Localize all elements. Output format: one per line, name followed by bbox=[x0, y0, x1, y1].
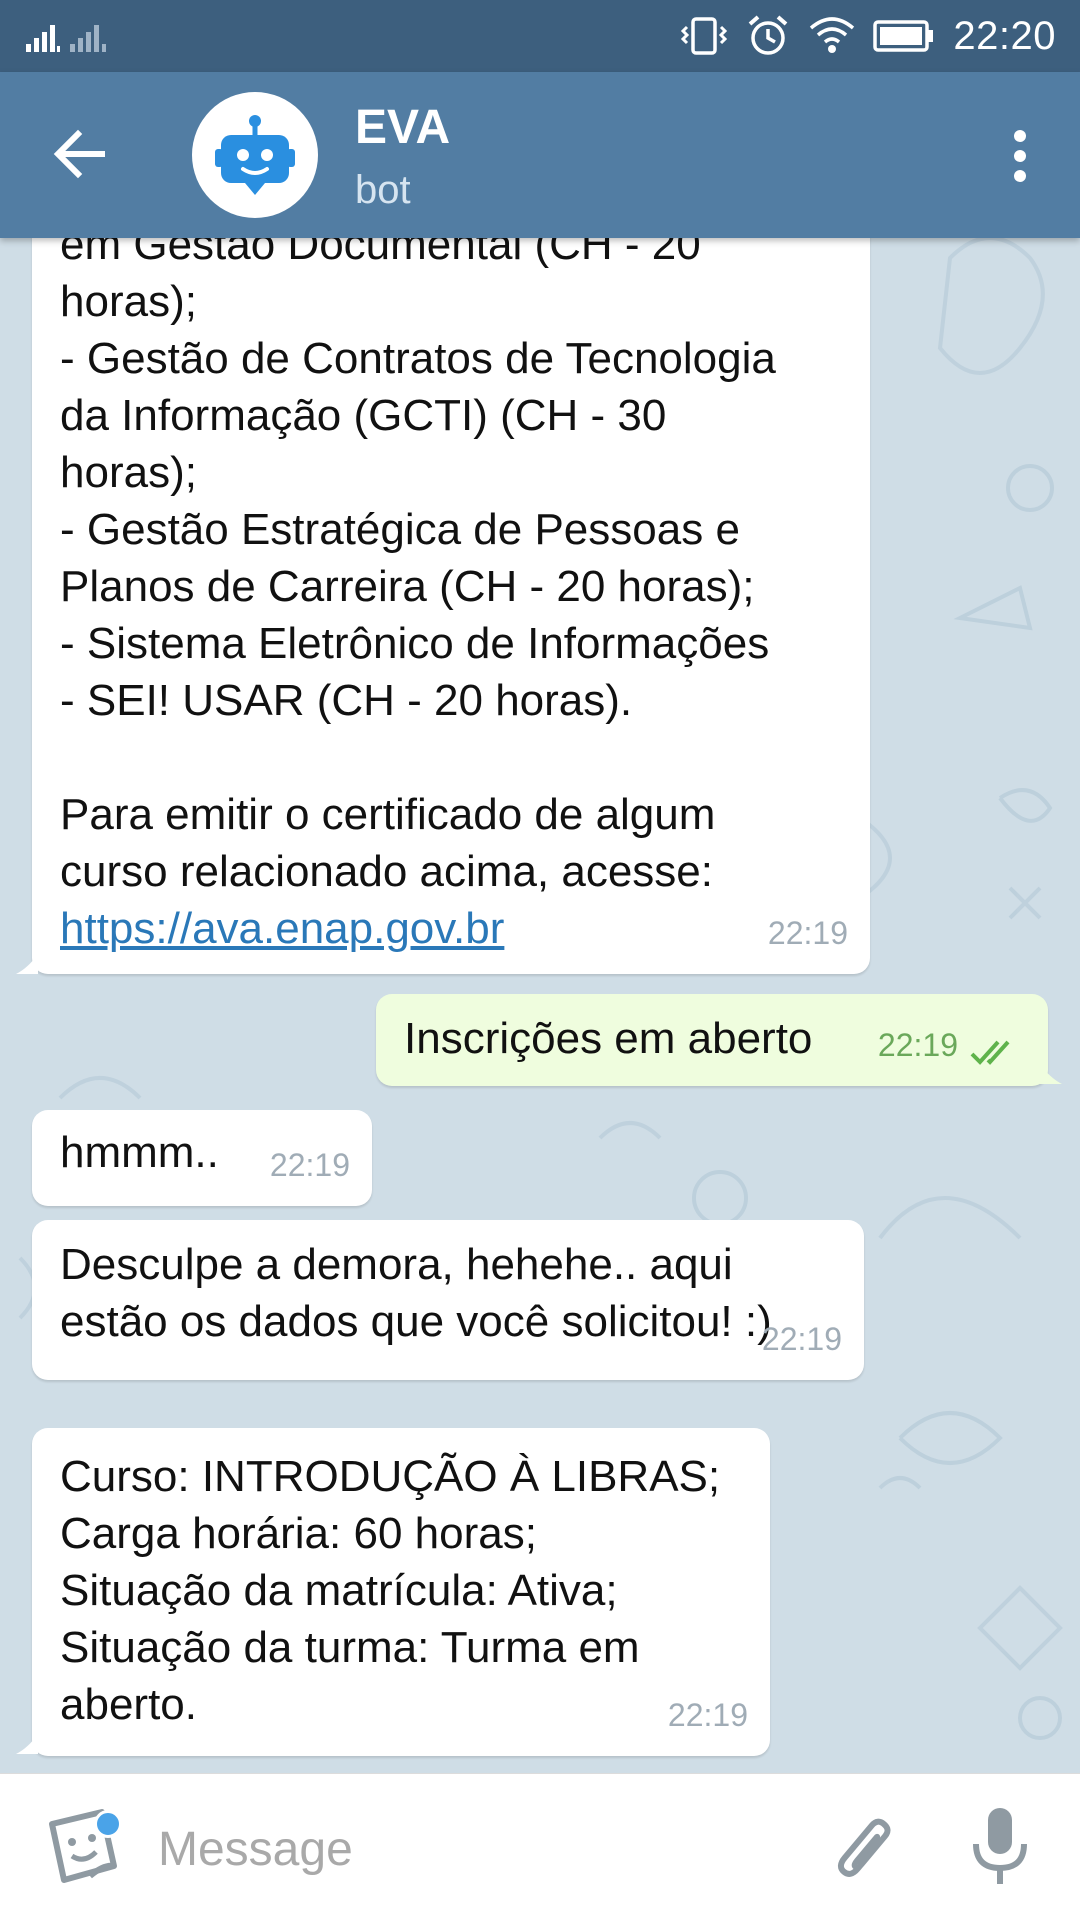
message-time: 22:19 bbox=[767, 915, 848, 951]
status-bar: 22:20 bbox=[0, 0, 1080, 72]
voice-record-button[interactable] bbox=[970, 1804, 1030, 1888]
avatar[interactable] bbox=[192, 92, 318, 218]
more-options-button[interactable] bbox=[1000, 126, 1040, 186]
paperclip-icon bbox=[837, 1818, 891, 1877]
message-text: Desculpe a demora, hehehe.. aqui estão o… bbox=[60, 1240, 772, 1346]
message-time: 22:19 bbox=[667, 1697, 748, 1733]
arrow-left-icon bbox=[53, 129, 105, 179]
message-bubble-incoming[interactable]: Curso: INTRODUÇÃO À LIBRAS; Carga horári… bbox=[32, 1428, 770, 1756]
robot-icon bbox=[215, 115, 295, 195]
message-bubble-incoming[interactable]: em Gestão Documental (CH - 20 horas); - … bbox=[32, 238, 870, 974]
alarm-icon bbox=[745, 13, 791, 59]
chat-header: EVA bot bbox=[0, 72, 1080, 238]
chat-subtitle: bot bbox=[355, 168, 411, 212]
bubble-tail bbox=[1040, 1064, 1062, 1084]
message-bubble-incoming[interactable]: Desculpe a demora, hehehe.. aqui estão o… bbox=[32, 1220, 864, 1380]
battery-icon bbox=[873, 19, 935, 53]
message-time: 22:19 bbox=[877, 1027, 958, 1063]
message-bubble-outgoing[interactable]: Inscrições em aberto 22:19 bbox=[376, 994, 1048, 1086]
signal-strength-icon bbox=[26, 25, 106, 52]
message-list[interactable]: em Gestão Documental (CH - 20 horas); - … bbox=[0, 238, 1080, 1773]
attach-button[interactable] bbox=[826, 1810, 902, 1886]
message-text: em Gestão Documental (CH - 20 horas); - … bbox=[60, 238, 776, 896]
bubble-tail bbox=[16, 1734, 38, 1754]
chat-title[interactable]: EVA bbox=[355, 100, 450, 155]
more-vert-icon bbox=[1014, 130, 1026, 182]
message-link[interactable]: https://ava.enap.gov.br bbox=[60, 904, 504, 953]
message-input[interactable] bbox=[158, 1814, 798, 1884]
message-time: 22:19 bbox=[269, 1147, 350, 1183]
wifi-icon bbox=[809, 16, 855, 56]
back-button[interactable] bbox=[48, 122, 112, 186]
vibrate-icon bbox=[681, 13, 728, 59]
bubble-tail bbox=[16, 954, 38, 974]
status-time: 22:20 bbox=[953, 13, 1056, 58]
unread-stickers-badge bbox=[94, 1810, 122, 1838]
microphone-icon bbox=[973, 1808, 1027, 1884]
message-bubble-incoming[interactable]: hmmm.. 22:19 bbox=[32, 1110, 372, 1206]
message-text: Curso: INTRODUÇÃO À LIBRAS; Carga horári… bbox=[60, 1452, 721, 1729]
double-check-icon bbox=[970, 1040, 1010, 1065]
message-time: 22:19 bbox=[761, 1321, 842, 1357]
message-composer bbox=[0, 1773, 1080, 1920]
